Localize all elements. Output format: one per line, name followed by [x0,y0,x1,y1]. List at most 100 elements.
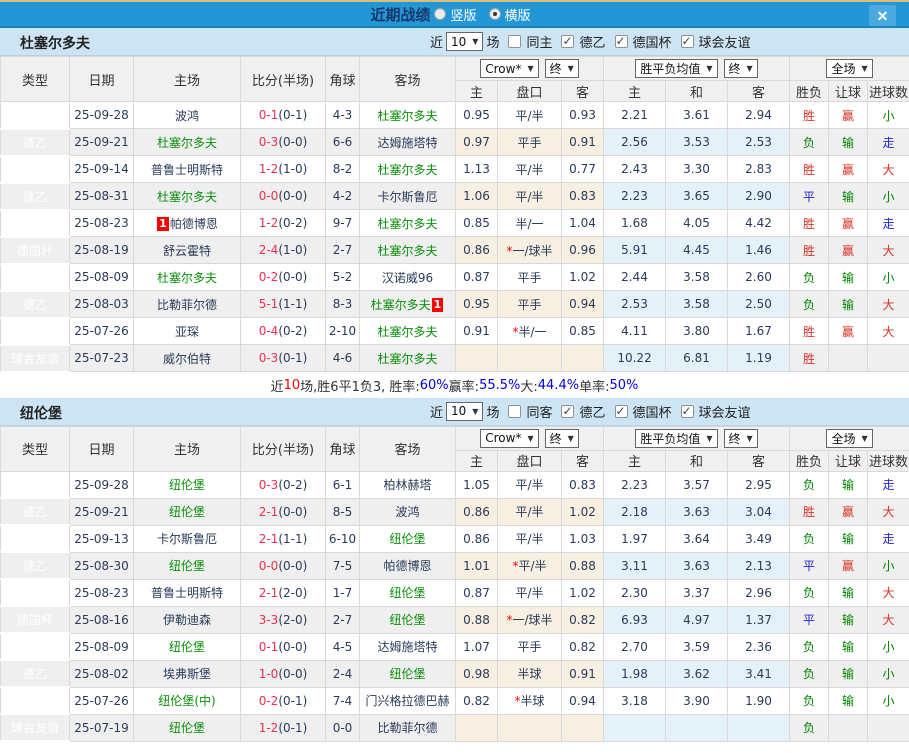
summary-segment: 44.4% [537,377,580,393]
away-team-cell: 杜塞尔多夫 [359,236,456,264]
league-cup-checkbox[interactable] [614,404,628,418]
team-name[interactable]: 波鸿 [395,505,419,519]
team-name[interactable]: 波鸿 [175,109,199,123]
corner-score: 1-7 [325,578,360,607]
team-name[interactable]: 纽伦堡 [169,505,205,519]
mean-source-select[interactable]: 胜平负均值 ▼ [635,428,718,448]
match-type-badge: 德乙 [0,578,70,607]
halftime-score: (0-0) [278,135,308,149]
team-name[interactable]: 纽伦堡 [169,559,205,573]
team-name[interactable]: 杜塞尔多夫 [377,244,437,258]
team-name[interactable]: 纽伦堡 [389,613,425,627]
team-name[interactable]: 达姆施塔特 [377,640,437,654]
corner-score: 0-0 [325,713,360,742]
team-name[interactable]: 杜塞尔多夫 [157,136,217,150]
mean-draw-odds: 3.65 [665,182,729,210]
team-name[interactable]: 杜塞尔多夫 [377,217,437,231]
team-name[interactable]: 纽伦堡 [389,667,425,681]
same-venue-checkbox[interactable] [508,404,522,418]
scope-select[interactable]: 全场 ▼ [826,428,873,448]
team-name[interactable]: 卡尔斯鲁厄 [157,532,217,546]
match-count-select[interactable]: 10 ▼ [446,32,484,51]
team-name[interactable]: 帕德博恩 [383,559,431,573]
league-cup-label: 德国杯 [632,405,672,421]
result-goals: 小 [867,632,909,661]
team-name[interactable]: 达姆施塔特 [377,136,437,150]
team-name[interactable]: 埃弗斯堡 [163,667,211,681]
corner-score: 8-5 [325,497,360,526]
team-name[interactable]: 威尔伯特 [163,352,211,366]
handicap-home-odds: 0.95 [455,290,498,318]
team-name[interactable]: 纽伦堡 [169,640,205,654]
match-date: 25-08-23 [69,209,134,237]
odds-source-select[interactable]: Crow* ▼ [480,428,539,448]
handicap-away-odds: 0.94 [560,686,605,715]
odds-time-select[interactable]: 终 ▼ [544,59,579,78]
halftime-score: (1-0) [278,162,308,176]
handicap-away-odds: 1.02 [560,497,605,526]
team-name[interactable]: 杜塞尔多夫 [371,298,431,312]
team-name[interactable]: 普鲁士明斯特 [151,163,223,177]
mean-time-select[interactable]: 终 ▼ [723,428,758,448]
team-name[interactable]: 门兴格拉德巴赫 [365,694,449,708]
scope-select[interactable]: 全场 ▼ [826,59,873,78]
col-header-home: 主场 [133,425,241,472]
same-venue-label: 同客 [526,405,553,421]
league-friendly-checkbox[interactable] [680,404,694,418]
team-name[interactable]: 纽伦堡 [389,586,425,600]
summary-segment: 55.5% [479,377,521,393]
same-venue-checkbox[interactable] [508,35,522,48]
match-type-badge: 德乙 [0,470,70,499]
team-name[interactable]: 杜塞尔多夫 [377,163,437,177]
col-header-date: 日期 [69,56,134,102]
match-count-select[interactable]: 10 ▼ [446,401,484,421]
league-l2-checkbox[interactable] [561,404,575,418]
team-name[interactable]: 纽伦堡(中) [158,694,215,708]
team-name[interactable]: 杜塞尔多夫 [377,325,437,339]
team-name[interactable]: 卡尔斯鲁厄 [377,190,437,204]
halftime-score: (2-0) [278,585,308,600]
team-name[interactable]: 杜塞尔多夫 [377,109,437,123]
chevron-down-icon: ▼ [706,433,713,443]
team-name[interactable]: 纽伦堡 [389,532,425,546]
mean-source-select[interactable]: 胜平负均值 ▼ [635,59,718,78]
team-name[interactable]: 伊勒迪森 [163,613,211,627]
halftime-score: (0-0) [278,504,308,519]
team-name[interactable]: 帕德博恩 [170,217,218,231]
mean-time-select[interactable]: 终 ▼ [723,59,758,78]
result-goals: 小 [867,182,909,210]
team-name[interactable]: 杜塞尔多夫 [377,352,437,366]
corner-score: 2-4 [325,659,360,688]
team-name[interactable]: 比勒菲尔德 [377,721,437,735]
odds-time-select[interactable]: 终 ▼ [544,428,579,448]
close-button[interactable]: ✕ [869,5,896,26]
team-name[interactable]: 亚琛 [175,325,199,339]
league-l2-checkbox[interactable] [561,34,575,48]
horizontal-layout-radio[interactable] [488,8,501,20]
vertical-layout-radio[interactable] [434,8,447,20]
score-cell: 0-2(0-1) [240,686,326,715]
team-name[interactable]: 杜塞尔多夫 [157,271,217,285]
handicap-away-odds [560,344,605,372]
team-name[interactable]: 纽伦堡 [169,721,205,735]
team-name[interactable]: 杜塞尔多夫 [157,190,217,204]
match-type-badge: 德乙 [0,290,70,319]
mean-away-odds: 2.96 [727,578,791,607]
odds-source-select[interactable]: Crow* ▼ [480,59,539,78]
sub-header-handicap-result: 让球 [828,80,869,102]
team-name[interactable]: 普鲁士明斯特 [151,586,223,600]
league-friendly-checkbox[interactable] [680,34,694,48]
mean-away-odds: 2.90 [727,182,791,210]
team-name[interactable]: 比勒菲尔德 [157,298,217,312]
match-row: 球会友谊 25-07-19 纽伦堡 1-2(0-1) 0-0 比勒菲尔德负 [0,713,909,742]
team-name[interactable]: 纽伦堡 [169,478,205,492]
league-cup-checkbox[interactable] [614,34,628,48]
sub-header-mean-away: 客 [727,80,791,102]
match-row: 德乙 25-08-23 1 帕德博恩 1-2(0-2) 9-7 杜塞尔多夫 0.85 半/一 1.… [0,209,909,238]
team-name[interactable]: 汉诺威96 [382,271,433,285]
away-team-cell: 纽伦堡 [359,578,456,607]
team-name[interactable]: 舒云霍特 [163,244,211,258]
team-name[interactable]: 柏林赫塔 [383,478,431,492]
mean-away-odds: 2.95 [727,470,791,499]
home-team-cell: 卡尔斯鲁厄 [133,524,241,553]
